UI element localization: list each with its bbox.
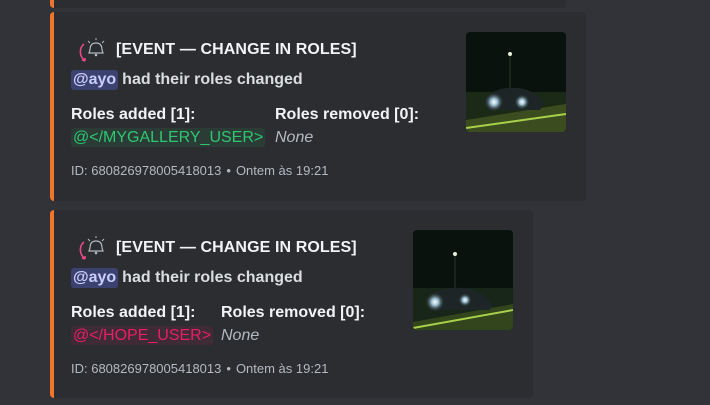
embed-description: @ayo had their roles changed [71,70,303,90]
embed-author-name: [EVENT — CHANGE IN ROLES] [116,41,357,58]
field-name: Roles added [1]: [71,304,196,321]
embed-footer: ID: 680826978005418013 • Ontem às 19:21 [71,361,328,376]
embed-thumbnail[interactable] [413,230,513,330]
night-car-photo [466,32,566,132]
field-value: None [275,129,314,146]
field-roles-removed: Roles removed [0]: None [221,304,365,345]
footer-separator: • [226,163,231,178]
bell-alert-icon [79,236,105,260]
embed-footer: ID: 680826978005418013 • Ontem às 19:21 [71,163,328,178]
description-text: had their roles changed [122,269,303,286]
field-name: Roles removed [0]: [275,106,420,123]
field-roles-removed: Roles removed [0]: None [275,106,419,147]
field-name: Roles removed [0]: [221,304,366,321]
embed-author: [EVENT — CHANGE IN ROLES] [76,36,357,64]
role-change-embed: [EVENT — CHANGE IN ROLES] @ayo had their… [50,210,533,398]
footer-timestamp: Ontem às 19:21 [235,361,329,376]
role-mention[interactable]: @</HOPE_USER> [71,326,214,345]
user-mention[interactable]: @ayo [71,70,119,90]
field-roles-added: Roles added [1]: @</MYGALLERY_USER> [71,106,266,147]
footer-id: ID: 680826978005418013 [71,163,222,178]
footer-timestamp: Ontem às 19:21 [235,163,329,178]
description-text: had their roles changed [122,71,303,88]
embed-description: @ayo had their roles changed [71,268,303,288]
role-change-embed: [EVENT — CHANGE IN ROLES] @ayo had their… [50,12,586,201]
bell-alert-icon [79,38,105,62]
footer-separator: • [226,361,231,376]
user-mention[interactable]: @ayo [71,268,119,288]
field-name: Roles added [1]: [71,106,196,123]
night-car-photo [413,230,513,330]
embed-author: [EVENT — CHANGE IN ROLES] [76,234,357,262]
field-value: None [221,327,260,344]
embed-thumbnail[interactable] [466,32,566,132]
footer-id: ID: 680826978005418013 [71,361,222,376]
role-mention[interactable]: @</MYGALLERY_USER> [71,128,266,147]
field-roles-added: Roles added [1]: @</HOPE_USER> [71,304,214,345]
previous-embed [50,0,566,8]
embed-author-name: [EVENT — CHANGE IN ROLES] [116,239,357,256]
